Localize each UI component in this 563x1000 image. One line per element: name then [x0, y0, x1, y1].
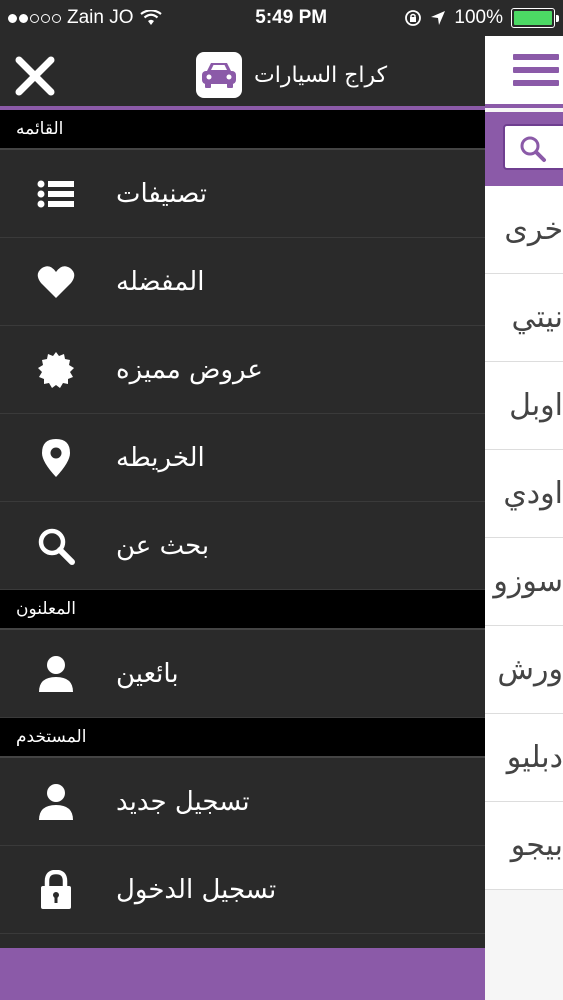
- battery-percent: 100%: [454, 7, 503, 28]
- list-item[interactable]: دبليو: [485, 714, 563, 802]
- list-item[interactable]: ورش: [485, 626, 563, 714]
- list-icon: [36, 174, 76, 214]
- list-item-label: ورش: [497, 652, 563, 687]
- section-header: المعلنون: [0, 590, 485, 630]
- lock-icon: [36, 869, 76, 910]
- list-item[interactable]: اوبل: [485, 362, 563, 450]
- main-search-button[interactable]: [503, 124, 563, 170]
- signal-strength-icon: [8, 13, 61, 23]
- menu-item[interactable]: تصنيفات: [0, 150, 485, 238]
- hamburger-menu-icon[interactable]: [513, 54, 559, 90]
- status-left: Zain JO: [8, 7, 208, 29]
- wifi-icon: [139, 10, 162, 25]
- list-item-label: اودي: [503, 476, 563, 511]
- status-bar: Zain JO 5:49 PM 100%: [0, 0, 563, 36]
- main-header: [485, 36, 563, 108]
- app-title: كراج السيارات: [254, 62, 388, 88]
- search-icon: [36, 526, 76, 566]
- menu-item[interactable]: تسجيل الدخول: [0, 846, 485, 934]
- close-icon[interactable]: [14, 56, 56, 96]
- menu-item[interactable]: بائعين: [0, 630, 485, 718]
- menu-item-label: بائعين: [116, 658, 179, 689]
- menu-item-label: عروض مميزه: [116, 354, 263, 385]
- menu-item-label: تسجيل الدخول: [116, 874, 277, 905]
- side-drawer: كراج السيارات القائمه تصنيفات المفضله عروض …: [0, 36, 485, 1000]
- search-icon: [520, 136, 546, 162]
- status-time: 5:49 PM: [255, 7, 328, 28]
- menu-item[interactable]: الخريطه: [0, 414, 485, 502]
- battery-fill: [514, 11, 552, 25]
- list-item-label: اوبل: [509, 388, 563, 423]
- orientation-lock-icon: [405, 10, 422, 26]
- status-right: 100%: [404, 7, 559, 29]
- menu-item-label: الخريطه: [116, 442, 205, 473]
- location-arrow-icon: [431, 11, 446, 25]
- menu-item[interactable]: بحث عن: [0, 502, 485, 590]
- list-item-label: سوزو: [493, 564, 563, 599]
- user-icon: [36, 782, 76, 822]
- menu-item[interactable]: تسجيل جديد: [0, 758, 485, 846]
- list-item-label: خرى: [504, 212, 563, 247]
- section-header: القائمه: [0, 110, 485, 150]
- list-item[interactable]: خرى: [485, 186, 563, 274]
- app-brand: كراج السيارات: [196, 52, 387, 98]
- main-search-bar: [485, 112, 563, 186]
- list-item[interactable]: نيتي: [485, 274, 563, 362]
- list-item[interactable]: اودي: [485, 450, 563, 538]
- carrier-name: Zain JO: [67, 7, 134, 28]
- map-pin-icon: [36, 438, 76, 478]
- heart-icon: [36, 262, 76, 302]
- menu-item-label: بحث عن: [116, 530, 210, 561]
- list-item[interactable]: بيجو: [485, 802, 563, 890]
- badge-icon: [36, 350, 76, 390]
- drawer-header: كراج السيارات: [0, 36, 485, 110]
- section-header: المستخدم: [0, 718, 485, 758]
- menu-item-label: تصنيفات: [116, 178, 208, 209]
- list-item[interactable]: سوزو: [485, 538, 563, 626]
- main-screen: خرى نيتي اوبل اودي سوزو ورش دبليو بيجو: [485, 0, 563, 1000]
- brand-list: خرى نيتي اوبل اودي سوزو ورش دبليو بيجو: [485, 186, 563, 890]
- battery-icon: [511, 8, 559, 28]
- user-icon: [36, 654, 76, 694]
- drawer-footer: [0, 948, 485, 1000]
- car-logo-icon: [196, 52, 242, 98]
- menu-item[interactable]: المفضله: [0, 238, 485, 326]
- menu-item[interactable]: عروض مميزه: [0, 326, 485, 414]
- drawer-menu: القائمه تصنيفات المفضله عروض مميزه الخريطه بح…: [0, 110, 485, 934]
- menu-item-label: تسجيل جديد: [116, 786, 250, 817]
- list-item-label: دبليو: [506, 740, 563, 775]
- list-item-label: بيجو: [510, 828, 563, 863]
- menu-item-label: المفضله: [116, 266, 205, 297]
- list-item-label: نيتي: [511, 300, 563, 335]
